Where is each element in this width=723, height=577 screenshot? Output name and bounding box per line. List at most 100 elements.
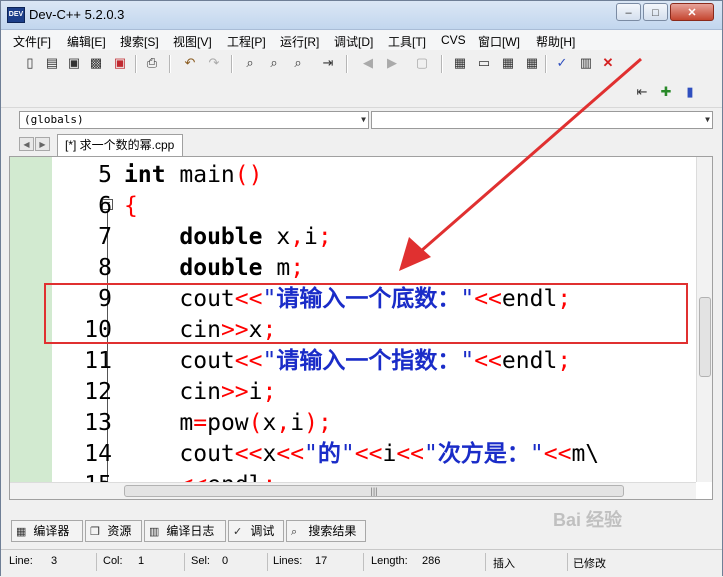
- compiler-icon: ▦: [16, 526, 27, 538]
- horizontal-scrollbar[interactable]: |||: [10, 482, 696, 499]
- goto-bookmark-icon[interactable]: ▮: [681, 83, 699, 101]
- save-all-icon[interactable]: ▩: [87, 54, 105, 72]
- menu-window[interactable]: 窗口[W]: [478, 33, 520, 50]
- tab-current-file[interactable]: [*] 求一个数的幂.cpp: [57, 134, 183, 156]
- code-line[interactable]: int main(): [124, 160, 263, 191]
- toolbar-separator: [169, 55, 171, 73]
- menu-cvs[interactable]: CVS: [441, 33, 466, 47]
- insert-icon[interactable]: ⇤: [633, 83, 651, 101]
- tab-debug[interactable]: ✓ 调试: [228, 520, 284, 542]
- menu-run[interactable]: 运行[R]: [280, 33, 319, 50]
- maximize-button[interactable]: □: [643, 3, 668, 21]
- compile-run-icon[interactable]: ▦: [499, 54, 517, 72]
- minimize-button[interactable]: –: [616, 3, 641, 21]
- scope-combo[interactable]: (globals) ▼: [19, 111, 369, 129]
- status-lines-value: 17: [315, 555, 328, 567]
- status-separator: [184, 553, 185, 571]
- code-line[interactable]: cin>>i;: [124, 377, 276, 408]
- save-icon[interactable]: ▣: [65, 54, 83, 72]
- check-syntax-icon[interactable]: ✓: [553, 54, 571, 72]
- line-number: 7: [98, 224, 112, 250]
- horizontal-scrollbar-thumb[interactable]: |||: [124, 485, 624, 497]
- code-line[interactable]: m=pow(x,i);: [124, 408, 331, 439]
- redo-icon[interactable]: ↷: [205, 54, 223, 72]
- code-token: 请输入一个指数：: [276, 348, 461, 374]
- project-options-icon[interactable]: ▢: [413, 54, 431, 72]
- status-separator: [567, 553, 568, 571]
- tab-scroll-left-icon[interactable]: ◀: [19, 137, 34, 151]
- new-file-icon[interactable]: ▯: [21, 54, 39, 72]
- close-button[interactable]: ✕: [670, 3, 714, 21]
- tab-search-results-label: 搜索结果: [308, 524, 357, 538]
- annotation-highlight-box: [44, 283, 688, 344]
- search-results-icon: ⌕: [291, 526, 298, 538]
- menu-project[interactable]: 工程[P]: [227, 33, 266, 50]
- status-separator: [485, 553, 486, 571]
- code-line[interactable]: double x,i;: [124, 222, 332, 253]
- vertical-scrollbar[interactable]: [696, 157, 712, 482]
- code-token: ;: [317, 224, 332, 250]
- menu-help[interactable]: 帮助[H]: [536, 33, 575, 50]
- menu-tools[interactable]: 工具[T]: [388, 33, 426, 50]
- title-bar[interactable]: DEV Dev-C++ 5.2.0.3 – □ ✕: [1, 1, 722, 30]
- code-token: <<: [396, 441, 425, 467]
- goto-line-icon[interactable]: ⇥: [319, 54, 337, 72]
- code-line[interactable]: {: [124, 191, 138, 222]
- close-file-icon[interactable]: ▣: [111, 54, 129, 72]
- menu-view[interactable]: 视图[V]: [173, 33, 212, 50]
- remove-from-project-icon[interactable]: ▶: [383, 54, 401, 72]
- tab-search-results[interactable]: ⌕ 搜索结果: [286, 520, 366, 542]
- code-token: x: [262, 441, 277, 467]
- code-line[interactable]: cout<<"请输入一个指数："<<endl;: [124, 346, 571, 377]
- menu-search[interactable]: 搜索[S]: [120, 33, 159, 50]
- tab-resources[interactable]: ❐ 资源: [85, 520, 142, 542]
- run-icon[interactable]: ▭: [475, 54, 493, 72]
- code-line[interactable]: double m;: [124, 253, 304, 284]
- code-token: 的: [317, 441, 341, 467]
- code-token: ;: [262, 379, 277, 405]
- code-token: =: [193, 410, 208, 436]
- code-token: i: [290, 410, 305, 436]
- compile-icon[interactable]: ▦: [451, 54, 469, 72]
- debug-icon: ✓: [233, 526, 243, 538]
- toggle-bookmark-icon[interactable]: ✚: [657, 83, 675, 101]
- tab-resources-label: 资源: [107, 524, 132, 538]
- tab-compile-log[interactable]: ▥ 编译日志: [144, 520, 226, 542]
- code-token: <<: [276, 441, 305, 467]
- print-icon[interactable]: ⎙: [143, 54, 161, 72]
- code-token: ;: [557, 348, 572, 374]
- menu-debug[interactable]: 调试[D]: [334, 33, 373, 50]
- rebuild-icon[interactable]: ▦: [523, 54, 541, 72]
- code-token: 次方是：: [437, 441, 530, 467]
- menu-file[interactable]: 文件[F]: [13, 33, 51, 50]
- code-token: <<: [234, 441, 263, 467]
- code-token: int: [124, 162, 166, 188]
- vertical-scrollbar-thumb[interactable]: [699, 297, 711, 377]
- tab-scroll-right-icon[interactable]: ▶: [35, 137, 50, 151]
- tab-compiler[interactable]: ▦ 编译器: [11, 520, 83, 542]
- code-token: cout: [124, 441, 235, 467]
- status-separator: [96, 553, 97, 571]
- find-icon[interactable]: ⌕: [241, 54, 259, 72]
- status-length-value: 286: [422, 555, 441, 567]
- code-token: ": [529, 441, 544, 467]
- replace-icon[interactable]: ⌕: [265, 54, 283, 72]
- add-to-project-icon[interactable]: ◀: [359, 54, 377, 72]
- profile-icon[interactable]: ▥: [577, 54, 595, 72]
- code-token: double: [179, 224, 263, 250]
- code-line[interactable]: cout<<x<<"的"<<i<<"次方是："<<m\: [124, 439, 599, 470]
- menu-edit[interactable]: 编辑[E]: [67, 33, 106, 50]
- member-combo[interactable]: ▼: [371, 111, 713, 129]
- open-file-icon[interactable]: ▤: [43, 54, 61, 72]
- stop-execution-icon[interactable]: ✕: [599, 54, 617, 72]
- undo-icon[interactable]: ↶: [181, 54, 199, 72]
- scope-combo-value: (globals): [24, 113, 84, 126]
- code-token: x: [262, 224, 291, 250]
- find-next-icon[interactable]: ⌕: [289, 54, 307, 72]
- status-length-label: Length:: [371, 555, 408, 567]
- code-token: <<: [474, 348, 502, 374]
- code-token: cin: [124, 379, 221, 405]
- status-sel-value: 0: [222, 555, 229, 567]
